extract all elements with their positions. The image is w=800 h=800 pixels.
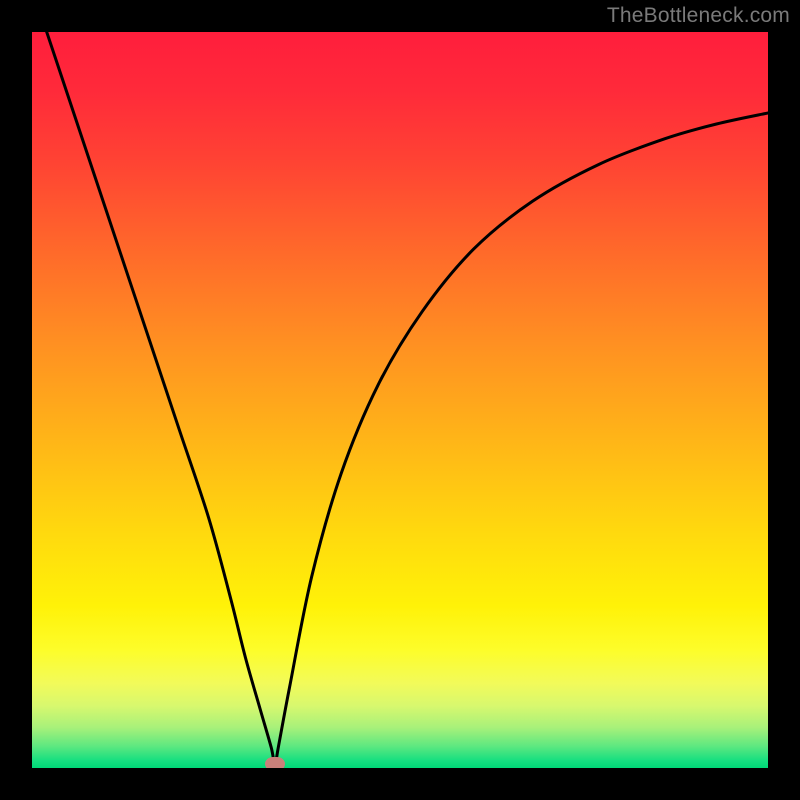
bottleneck-curve <box>32 32 768 768</box>
plot-area <box>32 32 768 768</box>
chart-frame: TheBottleneck.com <box>0 0 800 800</box>
watermark-text: TheBottleneck.com <box>607 4 790 28</box>
min-marker <box>265 757 285 768</box>
